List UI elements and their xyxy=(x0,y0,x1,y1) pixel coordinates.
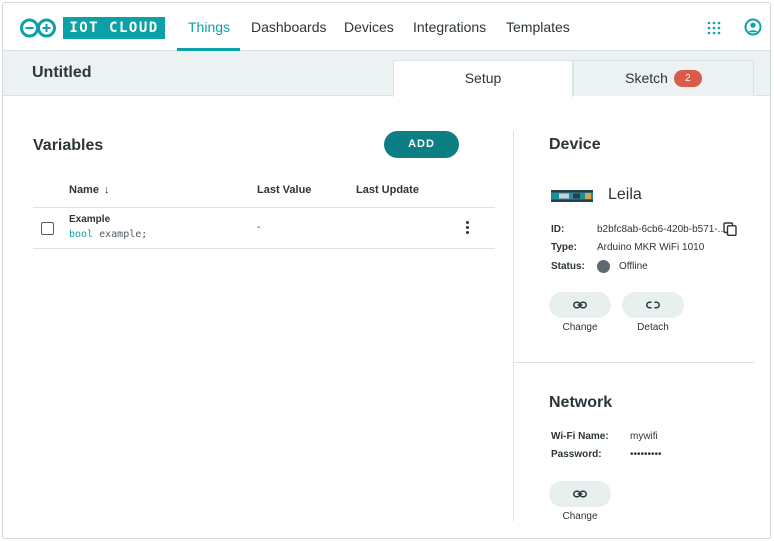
table-row-divider xyxy=(33,248,495,249)
device-title: Device xyxy=(549,136,601,153)
variable-declaration-name: example; xyxy=(99,229,148,240)
apps-grid-icon[interactable] xyxy=(707,21,721,35)
tab-setup-label: Setup xyxy=(464,70,502,86)
tab-sketch[interactable]: Sketch 2 xyxy=(573,60,754,96)
thing-header: Untitled Setup Sketch 2 xyxy=(3,51,770,97)
unlink-icon xyxy=(646,301,660,309)
top-navbar: IOT CLOUD Things Dashboards Devices Inte… xyxy=(3,3,770,51)
nav-devices[interactable]: Devices xyxy=(344,3,394,51)
nav-dashboards[interactable]: Dashboards xyxy=(251,3,327,51)
variables-title: Variables xyxy=(33,137,104,154)
detach-device-button[interactable] xyxy=(622,292,684,318)
panel-divider xyxy=(513,131,514,521)
link-icon xyxy=(573,490,587,498)
change-network-label[interactable]: Change xyxy=(549,511,611,522)
column-header-last-update: Last Update xyxy=(356,184,419,196)
wifi-name-label: Wi-Fi Name: xyxy=(551,431,609,442)
app-window: IOT CLOUD Things Dashboards Devices Inte… xyxy=(2,2,771,539)
column-name-label: Name xyxy=(69,184,99,196)
device-id-label: ID: xyxy=(551,224,565,235)
copy-icon[interactable] xyxy=(723,222,737,236)
variable-type: bool xyxy=(69,229,94,240)
detach-device-label[interactable]: Detach xyxy=(622,322,684,333)
change-device-button[interactable] xyxy=(549,292,611,318)
arduino-infinity-icon xyxy=(20,18,56,38)
table-header-divider xyxy=(33,207,495,208)
password-label: Password: xyxy=(551,449,602,460)
change-device-label[interactable]: Change xyxy=(549,322,611,333)
tab-setup[interactable]: Setup xyxy=(393,60,573,97)
column-header-last-value: Last Value xyxy=(257,184,312,196)
variable-name[interactable]: Example xyxy=(69,214,110,225)
logo-text: IOT CLOUD xyxy=(63,17,165,39)
section-separator xyxy=(514,362,754,363)
device-type-value: Arduino MKR WiFi 1010 xyxy=(597,242,705,253)
nav-integrations[interactable]: Integrations xyxy=(413,3,486,51)
row-more-options-icon[interactable] xyxy=(463,221,471,237)
sort-down-icon[interactable]: ↓ xyxy=(104,184,110,196)
variable-last-value: - xyxy=(257,222,261,233)
nav-things[interactable]: Things xyxy=(188,3,230,51)
column-header-name[interactable]: Name ↓ xyxy=(69,184,109,196)
variable-declaration: bool example; xyxy=(69,229,147,240)
link-icon xyxy=(573,301,587,309)
nav-templates[interactable]: Templates xyxy=(506,3,570,51)
arduino-logo[interactable]: IOT CLOUD xyxy=(19,17,165,39)
sketch-badge: 2 xyxy=(673,69,702,87)
change-network-button[interactable] xyxy=(549,481,611,507)
account-icon[interactable] xyxy=(744,18,762,36)
device-status-value: Offline xyxy=(619,261,648,272)
device-id-value: b2bfc8ab-6cb6-420b-b571-... xyxy=(597,224,726,235)
row-checkbox[interactable] xyxy=(41,222,54,235)
tab-sketch-label: Sketch xyxy=(625,70,668,86)
network-title: Network xyxy=(549,394,613,411)
device-type-label: Type: xyxy=(551,242,577,253)
device-status-label: Status: xyxy=(551,261,585,272)
password-value: ••••••••• xyxy=(630,449,662,460)
wifi-name-value: mywifi xyxy=(630,431,658,442)
thing-title[interactable]: Untitled xyxy=(32,64,92,82)
device-name: Leila xyxy=(608,186,642,203)
board-icon xyxy=(551,190,593,202)
add-variable-button[interactable]: ADD xyxy=(384,131,459,158)
status-dot xyxy=(597,260,610,273)
